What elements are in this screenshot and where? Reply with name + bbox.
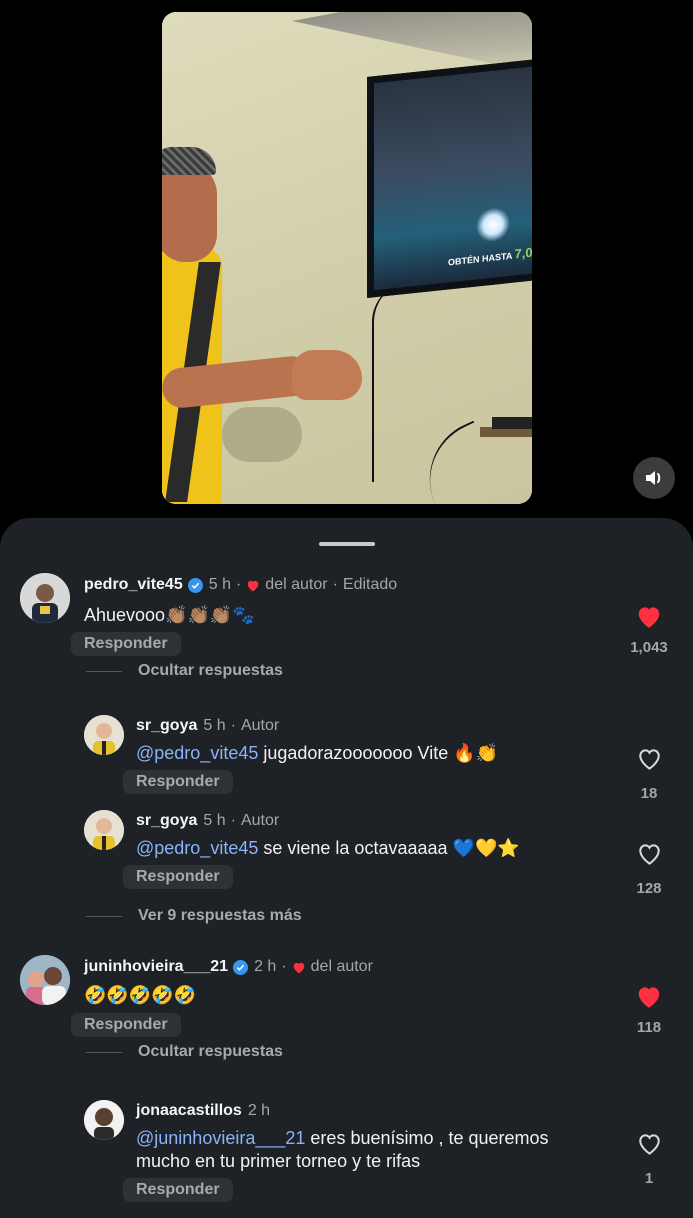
like-button[interactable]: 118 xyxy=(629,984,669,1036)
liked-by-author-label: del autor xyxy=(265,576,328,593)
person-hands xyxy=(292,350,362,400)
comments-sheet: pedro_vite45 5 h · del autor · Editado A… xyxy=(0,518,693,1218)
tv-ticker-value: 7,00 xyxy=(514,243,532,262)
meta-separator: · xyxy=(230,717,236,734)
like-button[interactable]: 1,043 xyxy=(629,604,669,656)
liked-by-author-label: del autor xyxy=(310,958,373,975)
verified-badge-icon xyxy=(187,577,203,593)
meta-separator: · xyxy=(332,576,338,593)
heart-filled-icon xyxy=(638,607,660,628)
reply-time: 2 h xyxy=(247,1102,271,1119)
like-count: 128 xyxy=(636,880,662,897)
thread-line xyxy=(86,670,122,672)
heart-filled-icon xyxy=(293,962,304,973)
like-count: 1,043 xyxy=(630,639,668,656)
like-button[interactable]: 18 xyxy=(629,746,669,802)
mention-link[interactable]: @pedro_vite45 xyxy=(136,838,258,858)
tv-cable xyxy=(372,282,419,482)
meta-separator: · xyxy=(230,812,236,829)
reply-header: sr_goya 5 h · Autor xyxy=(136,812,279,830)
reply-username[interactable]: sr_goya xyxy=(136,812,197,830)
reply-text: @pedro_vite45 se viene la octavaaaaa 💙💛⭐ xyxy=(136,838,520,859)
thread-line xyxy=(86,1051,122,1053)
like-count: 18 xyxy=(640,785,658,802)
comment-text: 🤣🤣🤣🤣🤣 xyxy=(84,985,196,1006)
reply-body: jugadorazooooooo Vite xyxy=(263,743,449,763)
sheet-drag-handle[interactable] xyxy=(319,542,375,546)
hide-replies-link[interactable]: Ocultar respuestas xyxy=(86,1043,283,1061)
comment-emojis: 🤣🤣🤣🤣🤣 xyxy=(84,985,197,1005)
reply-header: sr_goya 5 h · Autor xyxy=(136,717,279,735)
hide-replies-label: Ocultar respuestas xyxy=(138,1043,283,1060)
edited-label: Editado xyxy=(342,576,398,593)
mention-link[interactable]: @pedro_vite45 xyxy=(136,743,258,763)
video-player[interactable]: OBTÉN HASTA 7,00 xyxy=(162,12,532,504)
reply-header: jonaacastillos 2 h xyxy=(136,1102,270,1120)
reply-button[interactable]: Responder xyxy=(123,1178,233,1202)
comment-username[interactable]: pedro_vite45 xyxy=(84,576,183,594)
reply-text: @pedro_vite45 jugadorazooooooo Vite 🔥👏 xyxy=(136,743,498,764)
reply-time: 5 h xyxy=(203,717,226,734)
mention-link[interactable]: @juninhovieira___21 xyxy=(136,1128,305,1148)
avatar-photo-icon xyxy=(84,810,124,850)
like-count: 1 xyxy=(644,1170,654,1187)
reply-button[interactable]: Responder xyxy=(123,770,233,794)
comment-text: Ahuevooo👏🏽👏🏽👏🏽🐾 xyxy=(84,605,255,626)
view-more-replies-label: Ver 9 respuestas más xyxy=(138,907,302,924)
reply-text-line-2: mucho en tu primer torneo y te rifas xyxy=(136,1151,420,1172)
heart-filled-icon xyxy=(248,580,259,591)
avatar[interactable] xyxy=(20,573,70,623)
like-count: 118 xyxy=(636,1019,662,1036)
reply-emojis: 💙💛⭐ xyxy=(452,838,520,858)
heart-outline-icon xyxy=(638,749,660,770)
reply-button[interactable]: Responder xyxy=(71,632,181,656)
like-button[interactable]: 128 xyxy=(629,841,669,897)
heart-outline-icon xyxy=(638,844,660,865)
avatar-photo-icon xyxy=(20,573,70,623)
video-shadow xyxy=(222,407,302,462)
reply-username[interactable]: jonaacastillos xyxy=(136,1102,242,1120)
meta-separator: · xyxy=(281,958,287,975)
reply-button[interactable]: Responder xyxy=(71,1013,181,1037)
heart-filled-icon xyxy=(638,987,660,1008)
comment-time: 5 h xyxy=(208,576,231,593)
like-button[interactable]: 1 xyxy=(629,1131,669,1187)
meta-separator: · xyxy=(235,576,242,593)
person-head xyxy=(162,162,217,262)
comment-header: pedro_vite45 5 h · del autor · Editado xyxy=(84,576,397,594)
reply-username[interactable]: sr_goya xyxy=(136,717,197,735)
avatar-photo-icon xyxy=(84,1100,124,1140)
comment-time: 2 h xyxy=(254,958,277,975)
comment-header: juninhovieira___21 2 h · del autor xyxy=(84,958,373,976)
reply-text-line-1: @juninhovieira___21 eres buenísimo , te … xyxy=(136,1128,549,1149)
view-more-replies-link[interactable]: Ver 9 respuestas más xyxy=(86,907,302,925)
reply-button[interactable]: Responder xyxy=(123,865,233,889)
heart-outline-icon xyxy=(638,1134,660,1155)
avatar[interactable] xyxy=(84,715,124,755)
tv-box xyxy=(492,417,532,429)
reply-body: se viene la octavaaaaa xyxy=(263,838,448,858)
avatar-photo-icon xyxy=(20,955,70,1005)
comment-emojis: 👏🏽👏🏽👏🏽🐾 xyxy=(165,605,255,625)
avatar[interactable] xyxy=(84,1100,124,1140)
avatar[interactable] xyxy=(20,955,70,1005)
reply-body: mucho en tu primer torneo y te rifas xyxy=(136,1151,421,1171)
comment-body: Ahuevooo xyxy=(84,605,166,625)
reply-body: eres buenísimo , te queremos xyxy=(310,1128,549,1148)
reply-emojis: 🔥👏 xyxy=(453,743,499,763)
author-label: Autor xyxy=(240,812,280,829)
verified-badge-icon xyxy=(233,959,249,975)
video-tv: OBTÉN HASTA 7,00 xyxy=(367,58,532,299)
avatar[interactable] xyxy=(84,810,124,850)
avatar-photo-icon xyxy=(84,715,124,755)
thread-line xyxy=(86,915,122,917)
speaker-icon xyxy=(646,471,661,485)
sound-toggle-button[interactable] xyxy=(633,457,675,499)
hide-replies-link[interactable]: Ocultar respuestas xyxy=(86,662,283,680)
hide-replies-label: Ocultar respuestas xyxy=(138,662,283,679)
reply-time: 5 h xyxy=(203,812,226,829)
author-label: Autor xyxy=(240,717,280,734)
comment-username[interactable]: juninhovieira___21 xyxy=(84,958,228,976)
